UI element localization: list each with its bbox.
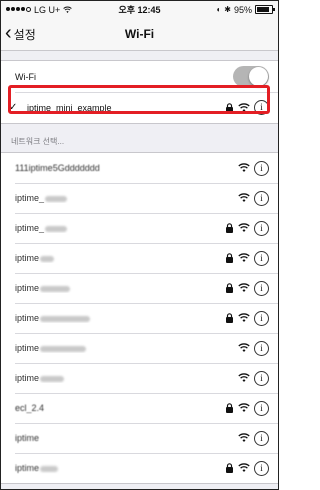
network-row[interactable]: iptime i (1, 273, 278, 303)
network-row[interactable]: iptime i (1, 453, 278, 483)
network-row[interactable]: iptime i (1, 363, 278, 393)
network-name: iptime (15, 283, 40, 293)
wifi-signal-icon (238, 343, 250, 352)
redacted-text (40, 465, 59, 472)
redacted-text (40, 285, 71, 292)
lock-icon (226, 102, 233, 113)
wifi-signal-icon (238, 163, 250, 172)
network-name: ecl_2.4 (15, 403, 45, 413)
battery-percent: 95% (233, 4, 252, 15)
wifi-signal-icon (238, 463, 250, 472)
redacted-text (45, 195, 68, 202)
status-right: ◐ ✱ 95% (216, 4, 275, 15)
wifi-signal-icon (238, 223, 250, 232)
wifi-signal-icon (238, 403, 250, 412)
wifi-toggle-label: Wi-Fi (15, 71, 36, 82)
signal-strength-icon (6, 7, 31, 12)
info-icon[interactable]: i (254, 250, 269, 266)
page-title: Wi-Fi (124, 27, 155, 41)
network-name: iptime (15, 373, 40, 383)
network-row[interactable]: ecl_2.4 i (1, 393, 278, 423)
status-left: LG U+ (6, 5, 72, 15)
connected-network-icons: i (225, 100, 269, 115)
navigation-bar: ‹ 설정 Wi-Fi (1, 18, 278, 51)
network-name: iptime_ (15, 223, 45, 233)
phone-screen: LG U+ 오후 12:45 ◐ ✱ 95% ‹ 설정 Wi-Fi Wi-Fi (0, 0, 279, 490)
bluetooth-icon: ✱ (224, 5, 231, 14)
network-row[interactable]: iptime_ i (1, 183, 278, 213)
redacted-text (40, 345, 87, 352)
network-name: iptime_ (15, 193, 45, 203)
network-row[interactable]: iptime i (1, 333, 278, 363)
status-bar: LG U+ 오후 12:45 ◐ ✱ 95% (1, 1, 278, 18)
carrier-label: LG U+ (34, 4, 61, 15)
network-name: iptime (15, 343, 40, 353)
redacted-text (40, 375, 65, 382)
info-icon[interactable]: i (254, 280, 269, 296)
wifi-signal-icon (238, 253, 250, 262)
status-wifi-icon (63, 6, 72, 13)
info-icon[interactable]: i (254, 100, 269, 115)
network-row[interactable]: iptime i (1, 243, 278, 273)
lock-icon (226, 283, 233, 293)
lock-icon (226, 463, 233, 473)
lock-icon (226, 403, 233, 413)
battery-icon (255, 5, 275, 14)
alarm-icon: ◐ (216, 5, 222, 14)
connected-network-name: iptime_mini_example (27, 102, 112, 113)
network-row[interactable]: iptime i (1, 423, 278, 453)
lock-icon (226, 313, 233, 323)
wifi-signal-icon (238, 193, 250, 202)
lock-icon (226, 253, 233, 263)
wifi-signal-icon (238, 102, 250, 112)
connected-network-row[interactable]: ✓ iptime_mini_example i (1, 92, 278, 123)
network-name: 111iptime5Gddddddd (15, 163, 100, 173)
info-icon[interactable]: i (254, 370, 269, 386)
wifi-signal-icon (238, 283, 250, 292)
info-icon[interactable]: i (254, 340, 269, 356)
lock-icon (226, 223, 233, 233)
wifi-settings-group: Wi-Fi ✓ iptime_mini_example i (1, 60, 278, 124)
redacted-text (40, 315, 91, 322)
info-icon[interactable]: i (254, 190, 269, 206)
network-row[interactable]: iptime_ i (1, 213, 278, 243)
back-button[interactable]: ‹ 설정 (1, 22, 36, 44)
redacted-text (45, 225, 68, 232)
network-row[interactable]: iptime i (1, 303, 278, 333)
chevron-left-icon: ‹ (5, 22, 12, 44)
info-icon[interactable]: i (254, 310, 269, 326)
checkmark-icon: ✓ (9, 102, 18, 113)
network-row[interactable]: 111iptime5Gddddddd i (1, 153, 278, 183)
wifi-signal-icon (238, 433, 250, 442)
info-icon[interactable]: i (254, 430, 269, 446)
wifi-toggle-switch[interactable] (233, 66, 269, 87)
back-label: 설정 (13, 27, 36, 42)
redacted-text (40, 255, 55, 262)
network-name: iptime (15, 253, 40, 263)
network-section-header: 네트워크 선택... (11, 137, 65, 146)
wifi-toggle-row: Wi-Fi (1, 61, 278, 92)
info-icon[interactable]: i (254, 220, 269, 236)
network-name: iptime (15, 433, 40, 443)
info-icon[interactable]: i (254, 400, 269, 416)
info-icon[interactable]: i (254, 460, 269, 476)
wifi-signal-icon (238, 313, 250, 322)
network-name: iptime (15, 463, 40, 473)
network-name: iptime (15, 313, 40, 323)
wifi-signal-icon (238, 373, 250, 382)
available-networks-list: 111iptime5Gddddddd i iptime_ i iptime_ i… (1, 152, 278, 484)
info-icon[interactable]: i (254, 160, 269, 176)
